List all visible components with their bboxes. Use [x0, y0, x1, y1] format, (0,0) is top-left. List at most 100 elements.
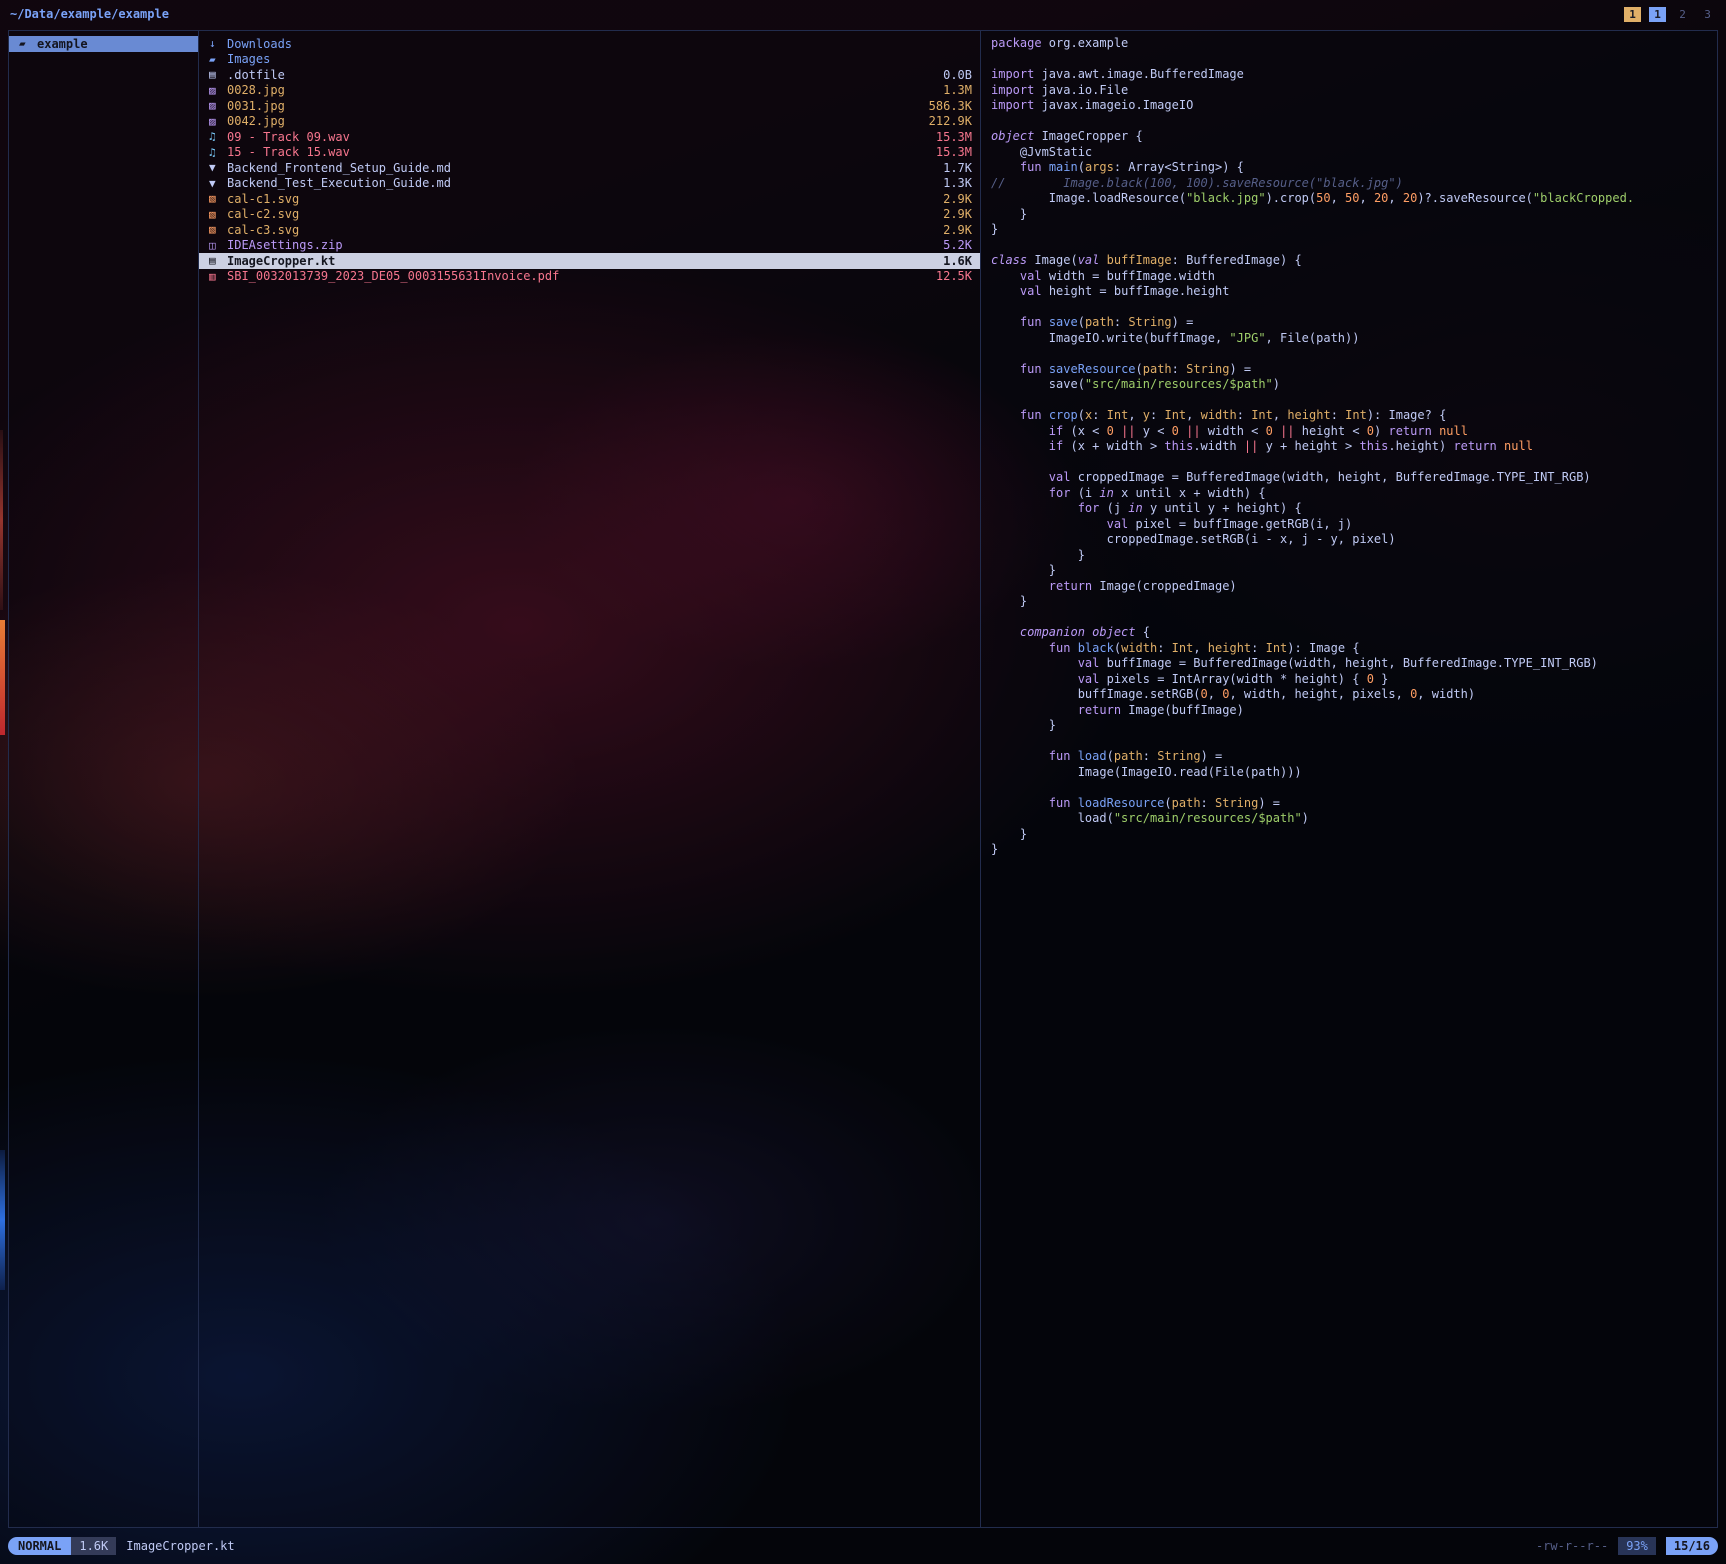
tab-list: 1123 — [1624, 7, 1716, 22]
file-row[interactable]: ◫IDEAsettings.zip5.2K — [199, 238, 980, 254]
audio-file-icon: ♫ — [209, 130, 227, 143]
zip-file-icon: ◫ — [209, 239, 227, 252]
file-name: cal-c1.svg — [227, 192, 935, 206]
code-line: import java.io.File — [991, 83, 1707, 99]
image-file-icon: ▨ — [209, 115, 227, 128]
parent-directory-pane: ▰example — [9, 31, 199, 1527]
folder-icon: ▰ — [19, 37, 37, 50]
file-row[interactable]: ▨0042.jpg212.9K — [199, 114, 980, 130]
code-line: for (j in y until y + height) { — [991, 501, 1707, 517]
file-row[interactable]: ▧cal-c3.svg2.9K — [199, 222, 980, 238]
file-name: Images — [227, 52, 964, 66]
tab-1[interactable]: 1 — [1624, 7, 1641, 22]
file-size: 2.9K — [943, 223, 972, 237]
file-row[interactable]: ▤.dotfile0.0B — [199, 67, 980, 83]
file-row[interactable]: ▨0031.jpg586.3K — [199, 98, 980, 114]
file-size: 1.3M — [943, 83, 972, 97]
code-line: val croppedImage = BufferedImage(width, … — [991, 470, 1707, 486]
code-line: } — [991, 548, 1707, 564]
file-row[interactable]: ▤ImageCropper.kt1.6K — [199, 253, 980, 269]
code-line: val height = buffImage.height — [991, 284, 1707, 300]
file-row[interactable]: ▨0028.jpg 1.3M — [199, 83, 980, 99]
code-line: companion object { — [991, 625, 1707, 641]
cursor-position-badge: 15/16 — [1666, 1537, 1718, 1555]
mode-indicator: NORMAL — [8, 1537, 71, 1555]
code-line — [991, 610, 1707, 626]
file-size: 1.7K — [943, 161, 972, 175]
file-row[interactable]: ▧cal-c2.svg2.9K — [199, 207, 980, 223]
file-list: ↓Downloads▰Images▤.dotfile0.0B▨0028.jpg1… — [199, 36, 980, 284]
file-name: 15 - Track 15.wav — [227, 145, 928, 159]
code-line: return Image(croppedImage) — [991, 579, 1707, 595]
wallpaper-orange-streak — [0, 620, 5, 735]
code-line: fun loadResource(path: String) = — [991, 796, 1707, 812]
code-line: import java.awt.image.BufferedImage — [991, 67, 1707, 83]
tab-2[interactable]: 2 — [1674, 7, 1691, 22]
file-row[interactable]: ▰Images — [199, 52, 980, 68]
code-line: val buffImage = BufferedImage(width, hei… — [991, 656, 1707, 672]
file-name: 0042.jpg — [227, 114, 921, 128]
code-preview: package org.example import java.awt.imag… — [991, 36, 1707, 858]
code-line: val pixel = buffImage.getRGB(i, j) — [991, 517, 1707, 533]
file-row[interactable]: ▥SBI_0032013739_2023_DE05_0003155631Invo… — [199, 269, 980, 285]
file-name: 0028.jpg — [227, 83, 935, 97]
image-file-icon: ▨ — [209, 84, 227, 97]
file-manager-panes: ▰example ↓Downloads▰Images▤.dotfile0.0B▨… — [8, 30, 1718, 1528]
file-preview-pane: package org.example import java.awt.imag… — [981, 31, 1717, 1527]
file-permissions: -rw-r--r-- — [1536, 1539, 1608, 1553]
file-row[interactable]: ▧cal-c1.svg2.9K — [199, 191, 980, 207]
tab-3[interactable]: 3 — [1699, 7, 1716, 22]
code-line: object ImageCropper { — [991, 129, 1707, 145]
code-line: save("src/main/resources/$path") — [991, 377, 1707, 393]
file-name: Downloads — [227, 37, 964, 51]
code-line: if (x < 0 || y < 0 || width < 0 || heigh… — [991, 424, 1707, 440]
scroll-percent-badge: 93% — [1618, 1537, 1656, 1555]
file-name: .dotfile — [227, 68, 935, 82]
header-bar: ~/Data/example/example 1123 — [0, 0, 1726, 28]
code-line: } — [991, 842, 1707, 858]
file-row[interactable]: ↓Downloads — [199, 36, 980, 52]
svg-file-icon: ▧ — [209, 208, 227, 221]
code-line: fun load(path: String) = — [991, 749, 1707, 765]
file-row[interactable]: ♫15 - Track 15.wav 15.3M — [199, 145, 980, 161]
file-row[interactable]: ▼Backend_Test_Execution_Guide.md1.3K — [199, 176, 980, 192]
download-folder-icon: ↓ — [209, 37, 227, 50]
code-line — [991, 300, 1707, 316]
file-size: 2.9K — [943, 207, 972, 221]
tab-1[interactable]: 1 — [1649, 7, 1666, 22]
image-folder-icon: ▰ — [209, 53, 227, 66]
code-line: fun save(path: String) = — [991, 315, 1707, 331]
file-name: IDEAsettings.zip — [227, 238, 935, 252]
file-name: example — [37, 37, 190, 51]
file-size-badge: 1.6K — [71, 1537, 116, 1555]
file-name: 09 - Track 09.wav — [227, 130, 928, 144]
file-size: 15.3M — [936, 145, 972, 159]
file-row[interactable]: ▼Backend_Frontend_Setup_Guide.md1.7K — [199, 160, 980, 176]
code-line: val width = buffImage.width — [991, 269, 1707, 285]
code-line: croppedImage.setRGB(i - x, j - y, pixel) — [991, 532, 1707, 548]
code-line: return Image(buffImage) — [991, 703, 1707, 719]
code-line — [991, 734, 1707, 750]
markdown-file-icon: ▼ — [209, 177, 227, 190]
parent-directory-row[interactable]: ▰example — [9, 36, 198, 52]
code-line: import javax.imageio.ImageIO — [991, 98, 1707, 114]
code-line: Image(ImageIO.read(File(path))) — [991, 765, 1707, 781]
breadcrumb-path: ~/Data/example/example — [10, 7, 169, 21]
file-size: 586.3K — [929, 99, 972, 113]
code-line: if (x + width > this.width || y + height… — [991, 439, 1707, 455]
file-size: 12.5K — [936, 269, 972, 283]
audio-file-icon: ♫ — [209, 146, 227, 159]
kotlin-file-icon: ▤ — [209, 254, 227, 267]
code-line: } — [991, 222, 1707, 238]
svg-file-icon: ▧ — [209, 192, 227, 205]
file-row[interactable]: ♫09 - Track 09.wav 15.3M — [199, 129, 980, 145]
code-line: ImageIO.write(buffImage, "JPG", File(pat… — [991, 331, 1707, 347]
status-right-group: -rw-r--r-- 93% 15/16 — [1536, 1537, 1718, 1555]
file-size: 15.3M — [936, 130, 972, 144]
code-line — [991, 114, 1707, 130]
file-size: 1.6K — [943, 254, 972, 268]
code-line: package org.example — [991, 36, 1707, 52]
file-name: SBI_0032013739_2023_DE05_0003155631Invoi… — [227, 269, 928, 283]
code-line: } — [991, 563, 1707, 579]
file-size: 0.0B — [943, 68, 972, 82]
